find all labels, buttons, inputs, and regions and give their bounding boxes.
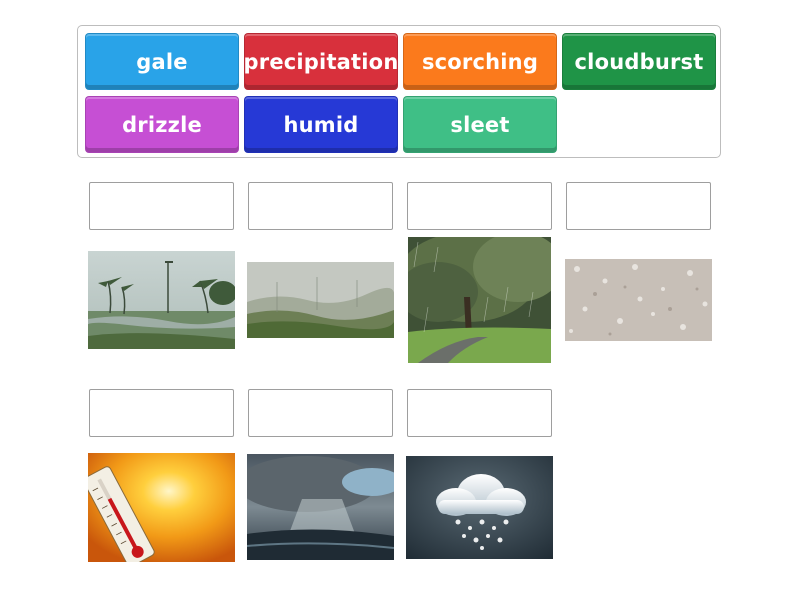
- storm-cloud-rain-image: [247, 454, 394, 560]
- word-tile-precipitation[interactable]: precipitation: [244, 33, 398, 90]
- word-tile-scorching[interactable]: scorching: [403, 33, 557, 90]
- word-tile-gale[interactable]: gale: [85, 33, 239, 90]
- misty-forest-image: [247, 262, 394, 338]
- answer-drop-box-1[interactable]: [89, 182, 234, 230]
- word-tile-cloudburst[interactable]: cloudburst: [562, 33, 716, 90]
- windswept-palm-trees-image: [88, 251, 235, 349]
- answer-drop-box-6[interactable]: [248, 389, 393, 437]
- answer-drop-box-7[interactable]: [407, 389, 552, 437]
- word-tile-sleet[interactable]: sleet: [403, 96, 557, 153]
- icy-ground-image: [565, 259, 712, 341]
- word-tile-humid[interactable]: humid: [244, 96, 398, 153]
- answer-drop-box-4[interactable]: [566, 182, 711, 230]
- snow-cloud-icon-image: [406, 456, 553, 559]
- answer-drop-box-5[interactable]: [89, 389, 234, 437]
- hot-sun-thermometer-image: [88, 453, 235, 562]
- answer-drop-box-3[interactable]: [407, 182, 552, 230]
- word-tile-drizzle[interactable]: drizzle: [85, 96, 239, 153]
- word-bank: gale precipitation scorching cloudburst …: [77, 25, 721, 158]
- rainy-park-tree-image: [408, 237, 551, 363]
- answer-drop-box-2[interactable]: [248, 182, 393, 230]
